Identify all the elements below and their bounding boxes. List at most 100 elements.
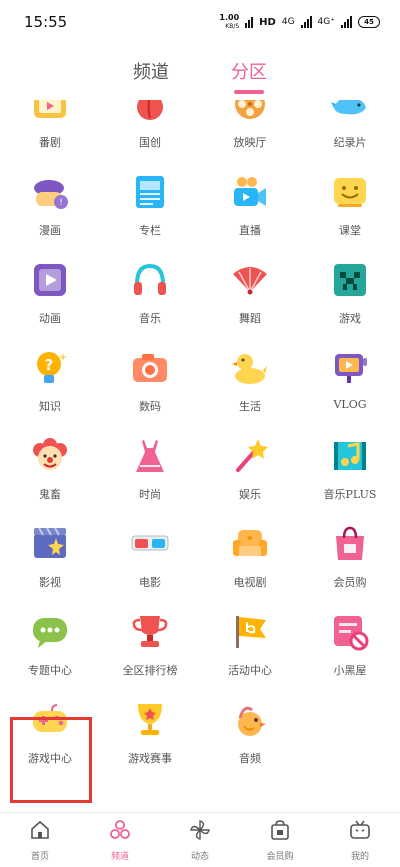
chat-bubble-icon — [30, 612, 70, 652]
smile-board-icon — [330, 172, 370, 212]
zone-item[interactable]: 生活 — [200, 338, 300, 426]
nav-item-0[interactable]: 首页 — [0, 813, 80, 867]
zone-item[interactable]: 纪录片 — [300, 100, 400, 162]
zone-item[interactable]: 会员购 — [300, 514, 400, 602]
fan-icon — [230, 260, 270, 300]
zone-item[interactable]: 小黑屋 — [300, 602, 400, 690]
nav-item-label: 首页 — [30, 851, 49, 862]
camera-icon — [230, 172, 270, 212]
zone-item[interactable]: 娱乐 — [200, 426, 300, 514]
zone-item[interactable]: 影视 — [0, 514, 100, 602]
zone-item[interactable]: 舞蹈 — [200, 250, 300, 338]
creeper-icon — [330, 260, 370, 300]
zone-item-label: 音频 — [239, 752, 261, 765]
zone-item[interactable]: 电视剧 — [200, 514, 300, 602]
zone-item-label: 直播 — [239, 224, 261, 237]
zone-item-label: 娱乐 — [239, 488, 261, 501]
zone-item-label: 电视剧 — [233, 576, 267, 589]
shopping-bag-icon — [330, 524, 370, 564]
zone-item-label: 会员购 — [333, 576, 367, 589]
zone-item[interactable]: 游戏中心 — [0, 690, 100, 778]
zone-item[interactable]: 音频 — [200, 690, 300, 778]
active-tab-indicator — [234, 90, 264, 94]
zone-item[interactable]: VLOG — [300, 338, 400, 426]
zone-item[interactable]: 游戏赛事 — [100, 690, 200, 778]
zone-item-label: 知识 — [39, 400, 61, 413]
bird-icon — [230, 700, 270, 740]
zone-item[interactable]: 游戏 — [300, 250, 400, 338]
network-4g-label: 4G — [281, 17, 295, 27]
zone-item[interactable]: 直播 — [200, 162, 300, 250]
nav-item-label: 我的 — [350, 851, 369, 862]
zone-item[interactable]: 放映厅 — [200, 100, 300, 162]
clapper-icon — [30, 524, 70, 564]
status-time: 15:55 — [24, 13, 68, 31]
flag-icon — [230, 612, 270, 652]
signal-icon — [300, 16, 312, 28]
nav-item-1[interactable]: 频道 — [80, 813, 160, 867]
tv-icon — [30, 100, 70, 124]
zone-item-label: 鬼畜 — [39, 488, 61, 501]
bag-icon — [269, 819, 291, 845]
nav-item-3[interactable]: 会员购 — [240, 813, 320, 867]
zone-item-label: 音乐PLUS — [323, 488, 377, 501]
nav-item-label: 会员购 — [266, 851, 294, 862]
channel-icon — [109, 819, 131, 845]
zone-item[interactable]: 电影 — [100, 514, 200, 602]
photo-camera-icon — [130, 348, 170, 388]
nav-item-4[interactable]: 我的 — [320, 813, 400, 867]
zone-item[interactable]: 专栏 — [100, 162, 200, 250]
zone-item[interactable]: ? 知识 — [0, 338, 100, 426]
trophy-icon — [130, 612, 170, 652]
play-square-icon — [30, 260, 70, 300]
zone-grid[interactable]: 番剧 国创 放映厅 纪录片 ! 漫画 专栏 直播 课堂动画 音乐 舞蹈 游戏 ? 知识 数码 生活 VLOG 鬼畜… — [0, 100, 400, 812]
zone-item[interactable]: 国创 — [100, 100, 200, 162]
vlog-camera-icon — [330, 348, 370, 388]
zone-item-label: 生活 — [239, 400, 261, 413]
zone-item-label: 影视 — [39, 576, 61, 589]
zone-item-label: 动画 — [39, 312, 61, 325]
film-reel-icon — [230, 100, 270, 124]
zone-item[interactable]: ! 漫画 — [0, 162, 100, 250]
top-tabs: 频道 分区 — [0, 44, 400, 100]
zone-item[interactable]: 番剧 — [0, 100, 100, 162]
article-icon — [130, 172, 170, 212]
3d-glasses-icon — [130, 524, 170, 564]
tv-face-icon — [349, 819, 371, 845]
sofa-icon — [230, 524, 270, 564]
duck-icon — [230, 348, 270, 388]
peach-icon — [130, 100, 170, 124]
zone-item-label: 游戏赛事 — [128, 752, 172, 765]
zone-item[interactable]: 动画 — [0, 250, 100, 338]
zone-item-label: 漫画 — [39, 224, 61, 237]
zone-item-label: 课堂 — [339, 224, 361, 237]
tab-channel[interactable]: 频道 — [133, 44, 169, 100]
blocked-icon — [330, 612, 370, 652]
zone-item[interactable]: 音乐PLUS — [300, 426, 400, 514]
gamepad-icon — [30, 700, 70, 740]
zone-item-label: 专栏 — [139, 224, 161, 237]
zone-item-label: 游戏 — [339, 312, 361, 325]
nav-item-2[interactable]: 动态 — [160, 813, 240, 867]
zone-item[interactable]: 专题中心 — [0, 602, 100, 690]
tab-zones[interactable]: 分区 — [231, 44, 267, 100]
zone-item-label: 游戏中心 — [28, 752, 72, 765]
zone-item[interactable]: 全区排行榜 — [100, 602, 200, 690]
dress-icon — [130, 436, 170, 476]
whale-icon — [330, 100, 370, 124]
star-wand-icon — [230, 436, 270, 476]
network-speed: 1.00 KB/S — [219, 13, 240, 30]
zone-item-label: 音乐 — [139, 312, 161, 325]
zone-item-label: 舞蹈 — [239, 312, 261, 325]
zone-item-label: VLOG — [333, 398, 367, 411]
zone-item[interactable]: 数码 — [100, 338, 200, 426]
zone-item[interactable]: 活动中心 — [200, 602, 300, 690]
zone-item[interactable]: 课堂 — [300, 162, 400, 250]
vibrate-icon — [245, 16, 254, 28]
zone-item[interactable]: 音乐 — [100, 250, 200, 338]
zone-item-label: 电影 — [139, 576, 161, 589]
bottom-nav: 首页 频道 动态 会员购 我的 — [0, 812, 400, 867]
zone-item[interactable]: 时尚 — [100, 426, 200, 514]
network-4g-plus-label: 4G⁺ — [317, 17, 335, 27]
zone-item[interactable]: 鬼畜 — [0, 426, 100, 514]
